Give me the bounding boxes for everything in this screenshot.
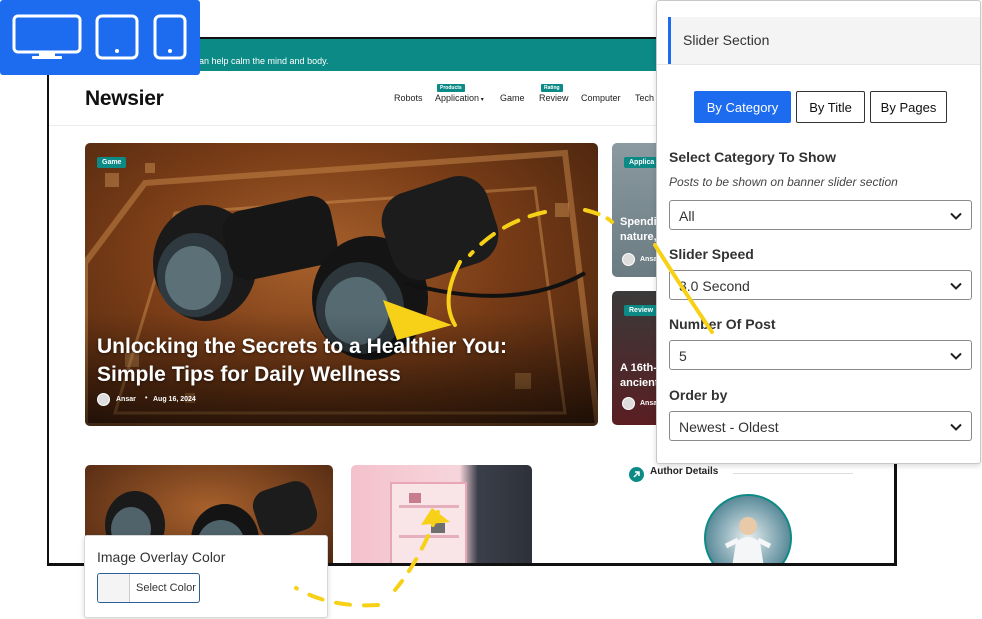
- number-of-post-label: Number Of Post: [669, 316, 776, 332]
- author-divider: [733, 473, 853, 474]
- avatar: [622, 397, 635, 410]
- side-card-author: Ansa: [640, 400, 658, 407]
- avatar: [97, 393, 110, 406]
- nav-item-review[interactable]: Review: [539, 93, 569, 103]
- chevron-down-icon: [950, 282, 962, 290]
- arrow-up-right-icon: [629, 467, 644, 482]
- screen: an help calm the mind and body. Newsier …: [0, 0, 982, 619]
- order-by-select[interactable]: Newest - Oldest: [669, 411, 972, 441]
- category-select[interactable]: All: [669, 200, 972, 230]
- side-card-tag: Review: [624, 305, 659, 316]
- side-card-tag: Applica: [624, 157, 660, 168]
- color-swatch[interactable]: [98, 574, 130, 602]
- chevron-down-icon: ▾: [479, 97, 484, 103]
- number-of-post-value: 5: [679, 348, 687, 364]
- order-by-value: Newest - Oldest: [679, 419, 779, 435]
- panel-title: Slider Section: [683, 32, 770, 48]
- image-overlay-color-label: Image Overlay Color: [97, 549, 226, 565]
- hero-title[interactable]: Unlocking the Secrets to a Healthier You…: [97, 333, 577, 389]
- image-overlay-color-control: Image Overlay Color Select Color: [84, 535, 328, 618]
- slider-speed-value: 3.0 Second: [679, 278, 750, 294]
- panel-header: Slider Section: [668, 17, 980, 64]
- nav-item-application-label: Application: [435, 93, 480, 103]
- site-logo[interactable]: Newsier: [85, 87, 164, 111]
- side-card-title-line2: nature,: [620, 231, 657, 243]
- select-color-button[interactable]: Select Color: [97, 573, 200, 603]
- side-card-author: Ansa: [640, 256, 658, 263]
- tablet-icon[interactable]: [95, 14, 139, 60]
- nav-item-application[interactable]: Application ▾: [435, 93, 484, 103]
- select-color-label: Select Color: [136, 582, 196, 594]
- side-card-title-line2: ancient: [620, 377, 659, 389]
- select-category-label: Select Category To Show: [669, 149, 836, 165]
- select-category-description: Posts to be shown on banner slider secti…: [669, 175, 898, 189]
- hero-date: Aug 16, 2024: [153, 396, 196, 403]
- nav-item-game[interactable]: Game: [500, 93, 525, 103]
- nav-item-tech[interactable]: Tech: [635, 93, 654, 103]
- chevron-down-icon: [950, 423, 962, 431]
- category-select-value: All: [679, 208, 695, 224]
- slider-speed-label: Slider Speed: [669, 246, 754, 262]
- nav-item-robots[interactable]: Robots: [394, 93, 423, 103]
- meta-separator: •: [145, 395, 148, 402]
- side-card-title: Spendi nature,: [620, 215, 657, 245]
- post-thumbnail[interactable]: [351, 465, 532, 563]
- tab-by-category[interactable]: By Category: [694, 91, 791, 123]
- device-switcher: [0, 0, 200, 75]
- chevron-down-icon: [950, 352, 962, 360]
- top-bar-text: an help calm the mind and body.: [199, 56, 329, 66]
- mobile-icon[interactable]: [153, 14, 187, 60]
- nav-item-computer[interactable]: Computer: [581, 93, 621, 103]
- panel-divider: [657, 64, 980, 65]
- chevron-down-icon: [950, 212, 962, 220]
- thumbnail-image: [390, 482, 467, 563]
- desktop-icon[interactable]: [12, 14, 82, 60]
- hero-author[interactable]: Ansar: [116, 396, 136, 403]
- author-details-heading: Author Details: [650, 466, 719, 477]
- nav-badge-rating: Rating: [541, 84, 563, 92]
- hero-category-tag[interactable]: Game: [97, 157, 127, 168]
- slider-speed-select[interactable]: 3.0 Second: [669, 270, 972, 300]
- author-avatar[interactable]: [704, 494, 792, 563]
- side-card-title-line1: Spendi: [620, 216, 657, 228]
- avatar: [622, 253, 635, 266]
- number-of-post-select[interactable]: 5: [669, 340, 972, 370]
- order-by-label: Order by: [669, 387, 728, 403]
- slider-settings-panel: Slider Section By Category By Title By P…: [656, 0, 981, 464]
- tab-by-pages[interactable]: By Pages: [870, 91, 947, 123]
- nav-badge-products: Products: [437, 84, 465, 92]
- tab-by-title[interactable]: By Title: [796, 91, 865, 123]
- hero-slide[interactable]: Game Unlocking the Secrets to a Healthie…: [85, 143, 598, 426]
